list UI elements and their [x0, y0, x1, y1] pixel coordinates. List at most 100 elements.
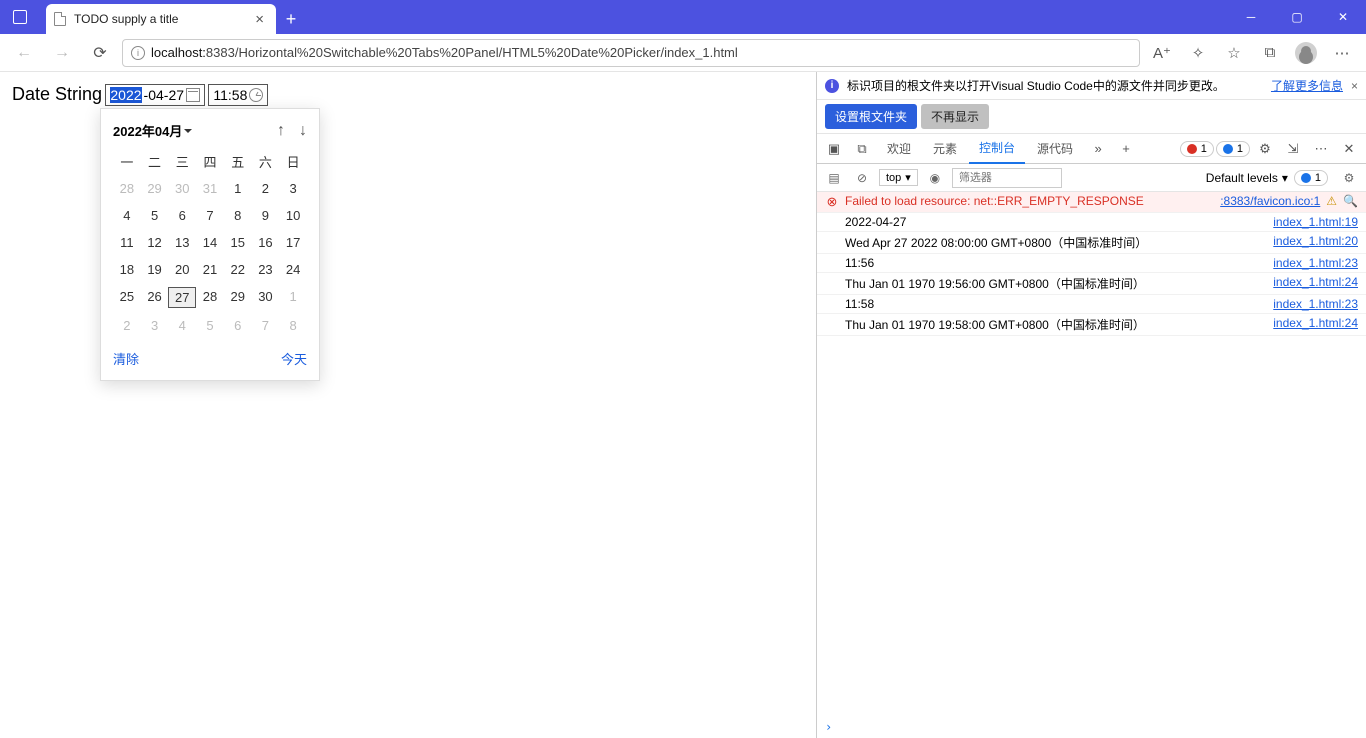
calendar-icon[interactable] — [186, 88, 200, 102]
month-year-selector[interactable]: 2022年04月 — [113, 121, 192, 140]
calendar-day[interactable]: 20 — [168, 260, 196, 279]
source-link[interactable]: index_1.html:19 — [1273, 215, 1358, 229]
calendar-day[interactable]: 3 — [141, 316, 169, 335]
calendar-day[interactable]: 15 — [224, 233, 252, 252]
source-link[interactable]: index_1.html:23 — [1273, 256, 1358, 270]
dont-show-button[interactable]: 不再显示 — [921, 104, 989, 129]
calendar-day[interactable]: 1 — [224, 179, 252, 198]
calendar-day[interactable]: 10 — [279, 206, 307, 225]
calendar-day[interactable]: 29 — [141, 179, 169, 198]
url-input[interactable]: i localhost:8383/Horizontal%20Switchable… — [122, 39, 1140, 67]
today-button[interactable]: 今天 — [281, 349, 307, 368]
calendar-day[interactable]: 2 — [252, 179, 280, 198]
error-count-badge[interactable]: 1 — [1180, 141, 1214, 157]
issues-badge[interactable]: 1 — [1294, 170, 1328, 186]
tab-elements[interactable]: 元素 — [923, 134, 967, 163]
tab-console[interactable]: 控制台 — [969, 133, 1025, 164]
calendar-day[interactable]: 11 — [113, 233, 141, 252]
set-root-button[interactable]: 设置根文件夹 — [825, 104, 917, 129]
source-link[interactable]: index_1.html:24 — [1273, 316, 1358, 330]
search-icon[interactable]: 🔍 — [1343, 194, 1358, 208]
calendar-day[interactable]: 19 — [141, 260, 169, 279]
calendar-day[interactable]: 22 — [224, 260, 252, 279]
sidebar-toggle-icon[interactable]: ▤ — [823, 167, 845, 189]
calendar-day[interactable]: 7 — [252, 316, 280, 335]
next-month-button[interactable]: ↓ — [299, 122, 307, 140]
tab-overview-button[interactable] — [0, 0, 40, 34]
clear-button[interactable]: 清除 — [113, 349, 139, 368]
source-link[interactable]: :8383/favicon.ico:1 — [1220, 194, 1320, 208]
site-info-icon[interactable]: i — [131, 46, 145, 60]
live-expression-icon[interactable]: ◉ — [924, 167, 946, 189]
calendar-day[interactable]: 5 — [141, 206, 169, 225]
source-link[interactable]: index_1.html:24 — [1273, 275, 1358, 289]
calendar-day[interactable]: 4 — [168, 316, 196, 335]
context-selector[interactable]: top▾ — [879, 169, 918, 186]
maximize-button[interactable]: ▢ — [1274, 0, 1320, 34]
dock-icon[interactable]: ⇲ — [1280, 136, 1306, 162]
more-menu-icon[interactable]: ⋯ — [1308, 136, 1334, 162]
close-window-button[interactable]: ✕ — [1320, 0, 1366, 34]
calendar-day[interactable]: 16 — [252, 233, 280, 252]
back-button[interactable]: ← — [8, 37, 40, 69]
clear-console-button[interactable]: ⊘ — [851, 167, 873, 189]
calendar-day[interactable]: 6 — [168, 206, 196, 225]
menu-button[interactable]: ⋯ — [1326, 37, 1358, 69]
console-prompt[interactable]: › — [817, 716, 1366, 738]
add-tab-button[interactable]: + — [1113, 136, 1139, 162]
date-input[interactable]: 2022-04-27 — [105, 84, 205, 106]
clock-icon[interactable] — [249, 88, 263, 102]
calendar-day[interactable]: 7 — [196, 206, 224, 225]
calendar-day[interactable]: 26 — [141, 287, 169, 308]
calendar-day[interactable]: 24 — [279, 260, 307, 279]
reload-button[interactable]: ⟳ — [84, 37, 116, 69]
calendar-day[interactable]: 14 — [196, 233, 224, 252]
source-link[interactable]: index_1.html:20 — [1273, 234, 1358, 248]
filter-input[interactable] — [952, 168, 1062, 188]
favorite-add-icon[interactable]: ✧ — [1182, 37, 1214, 69]
calendar-day[interactable]: 27 — [168, 287, 196, 308]
tab-sources[interactable]: 源代码 — [1027, 134, 1083, 163]
calendar-day[interactable]: 31 — [196, 179, 224, 198]
calendar-day[interactable]: 17 — [279, 233, 307, 252]
info-count-badge[interactable]: 1 — [1216, 141, 1250, 157]
calendar-day[interactable]: 30 — [168, 179, 196, 198]
new-tab-button[interactable]: + — [276, 4, 306, 34]
prev-month-button[interactable]: ↑ — [277, 122, 285, 140]
calendar-day[interactable]: 18 — [113, 260, 141, 279]
favorites-icon[interactable]: ☆ — [1218, 37, 1250, 69]
calendar-day[interactable]: 5 — [196, 316, 224, 335]
calendar-day[interactable]: 8 — [224, 206, 252, 225]
calendar-day[interactable]: 1 — [279, 287, 307, 308]
dismiss-info-button[interactable]: × — [1351, 79, 1358, 93]
minimize-button[interactable]: ─ — [1228, 0, 1274, 34]
source-link[interactable]: index_1.html:23 — [1273, 297, 1358, 311]
close-devtools-button[interactable]: ✕ — [1336, 136, 1362, 162]
calendar-day[interactable]: 2 — [113, 316, 141, 335]
forward-button[interactable]: → — [46, 37, 78, 69]
collections-icon[interactable]: ⧉ — [1254, 37, 1286, 69]
calendar-day[interactable]: 9 — [252, 206, 280, 225]
close-tab-button[interactable]: × — [251, 9, 268, 30]
calendar-day[interactable]: 29 — [224, 287, 252, 308]
more-tabs-icon[interactable]: » — [1085, 136, 1111, 162]
browser-tab[interactable]: TODO supply a title × — [46, 4, 276, 34]
calendar-day[interactable]: 8 — [279, 316, 307, 335]
settings-icon[interactable]: ⚙ — [1252, 136, 1278, 162]
profile-avatar[interactable] — [1290, 37, 1322, 69]
calendar-day[interactable]: 21 — [196, 260, 224, 279]
warning-icon[interactable]: ⚠ — [1326, 194, 1337, 208]
calendar-day[interactable]: 25 — [113, 287, 141, 308]
inspect-icon[interactable]: ▣ — [821, 136, 847, 162]
calendar-day[interactable]: 12 — [141, 233, 169, 252]
calendar-day[interactable]: 28 — [113, 179, 141, 198]
log-levels-selector[interactable]: Default levels▾ — [1206, 171, 1288, 185]
console-settings-icon[interactable]: ⚙ — [1338, 167, 1360, 189]
calendar-day[interactable]: 30 — [252, 287, 280, 308]
calendar-day[interactable]: 23 — [252, 260, 280, 279]
tab-welcome[interactable]: 欢迎 — [877, 134, 921, 163]
calendar-day[interactable]: 28 — [196, 287, 224, 308]
learn-more-link[interactable]: 了解更多信息 — [1271, 77, 1343, 94]
calendar-day[interactable]: 4 — [113, 206, 141, 225]
device-toggle-icon[interactable]: ⧉ — [849, 136, 875, 162]
